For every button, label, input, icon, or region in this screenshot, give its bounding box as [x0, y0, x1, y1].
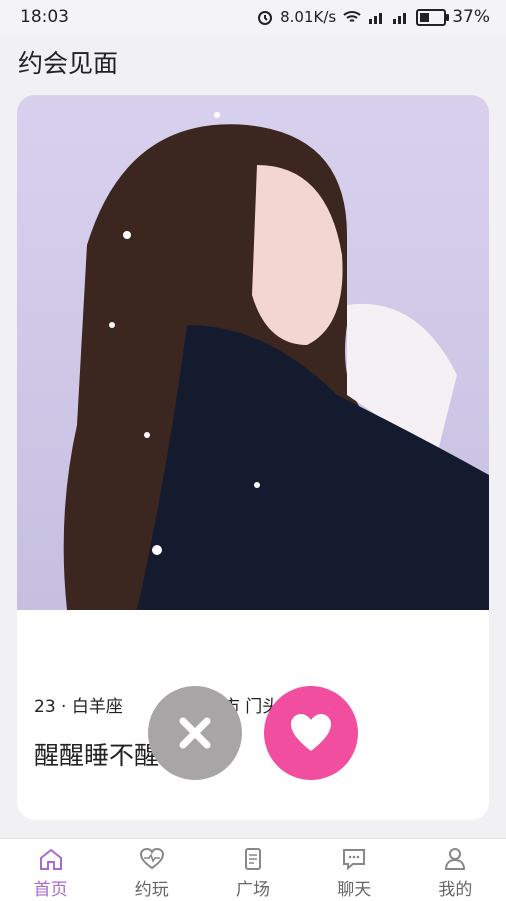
- tab-mine[interactable]: 我的: [405, 839, 506, 901]
- profile-name: 醒醒睡不醒: [34, 741, 160, 770]
- close-icon: [179, 717, 211, 749]
- tab-chat-label: 聊天: [337, 880, 372, 900]
- tab-square[interactable]: 广场: [202, 839, 303, 901]
- alarm-icon: [258, 11, 273, 25]
- tab-home[interactable]: 首页: [0, 839, 101, 901]
- battery-icon: [416, 8, 450, 26]
- tab-play[interactable]: 约玩: [101, 839, 202, 901]
- signal-icon-2: [393, 13, 407, 24]
- status-time: 18:03: [20, 7, 69, 27]
- tab-mine-label: 我的: [438, 880, 473, 900]
- page-title: 约会见面: [18, 49, 119, 78]
- like-button[interactable]: [264, 686, 358, 780]
- status-bar: 18:03 8.01K/s 37%: [0, 0, 506, 34]
- heart-icon: [291, 714, 331, 751]
- tab-play-label: 约玩: [134, 880, 169, 900]
- bottom-tab-bar: 首页 约玩 广场 聊天 我的: [0, 838, 506, 901]
- heart-pulse-icon: [139, 847, 164, 870]
- battery-percent: 37%: [452, 7, 490, 27]
- profile-photo[interactable]: [17, 95, 489, 610]
- chat-icon: [343, 849, 366, 871]
- status-icons: 8.01K/s 37%: [256, 7, 490, 27]
- document-icon: [245, 848, 261, 870]
- net-speed: 8.01K/s: [280, 8, 337, 26]
- profile-age-sign: 23 · 白羊座: [34, 697, 123, 717]
- wifi-icon: [343, 11, 361, 22]
- tab-home-label: 首页: [33, 880, 68, 900]
- tab-chat[interactable]: 聊天: [304, 839, 405, 901]
- home-icon: [39, 848, 62, 870]
- signal-icon: [369, 13, 383, 24]
- person-icon: [445, 848, 466, 870]
- tab-square-label: 广场: [236, 880, 270, 900]
- dislike-button[interactable]: [148, 686, 242, 780]
